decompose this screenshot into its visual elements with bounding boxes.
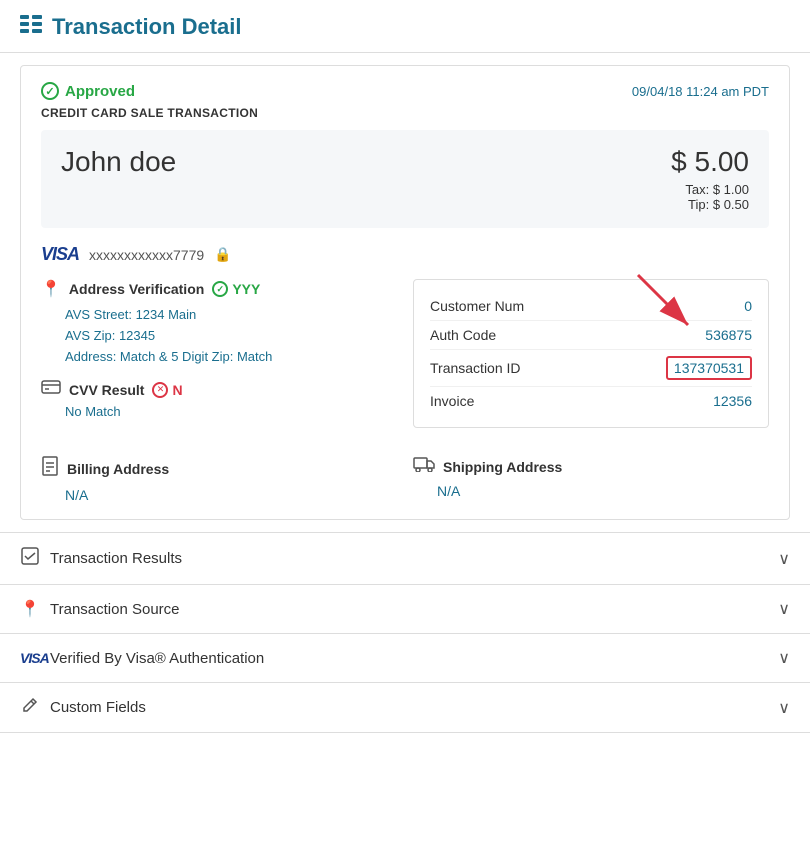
cvv-code: N	[172, 382, 182, 398]
customer-num-row: Customer Num 0	[430, 292, 752, 321]
cvv-header: CVV Result ✕ N	[41, 379, 397, 400]
approved-check-icon: ✓	[41, 82, 59, 100]
approved-label: Approved	[65, 83, 135, 100]
avs-match: Address: Match & 5 Digit Zip: Match	[65, 347, 397, 368]
address-section: Billing Address N/A Shipping Address N/A	[41, 444, 769, 503]
collapsible-sections: Transaction Results ∨ 📍 Transaction Sour…	[0, 532, 810, 733]
cvv-section: CVV Result ✕ N No Match	[41, 379, 397, 419]
verified-visa-chevron: ∨	[778, 648, 790, 668]
transaction-source-icon: 📍	[20, 599, 40, 619]
billing-label: Billing Address	[67, 461, 169, 477]
cvv-card-icon	[41, 379, 61, 400]
main-amount: $ 5.00	[671, 146, 749, 178]
shipping-truck-icon	[413, 456, 435, 477]
transaction-id-value: 137370531	[666, 356, 752, 380]
avs-details: AVS Street: 1234 Main AVS Zip: 12345 Add…	[65, 305, 397, 367]
transaction-results-icon	[20, 547, 40, 570]
transaction-results-left: Transaction Results	[20, 547, 182, 570]
verification-left: 📍 Address Verification ✓ YYY AVS Street:…	[41, 279, 397, 428]
status-row: ✓ Approved 09/04/18 11:24 am PDT	[41, 82, 769, 100]
verified-visa-logo: VISA	[20, 650, 40, 666]
transaction-id-label: Transaction ID	[430, 360, 521, 376]
verified-visa-item[interactable]: VISA Verified By Visa® Authentication ∨	[0, 633, 810, 682]
transaction-results-item[interactable]: Transaction Results ∨	[0, 532, 810, 584]
info-table: Customer Num 0 Auth Code 536875 Transact…	[413, 279, 769, 428]
avs-header: 📍 Address Verification ✓ YYY	[41, 279, 397, 299]
avs-check-icon: ✓	[212, 281, 228, 297]
auth-code-row: Auth Code 536875	[430, 321, 752, 350]
card-number: xxxxxxxxxxxx7779	[89, 247, 204, 263]
avs-zip: AVS Zip: 12345	[65, 326, 397, 347]
customer-amount-section: John doe $ 5.00 Tax: $ 1.00 Tip: $ 0.50	[41, 130, 769, 228]
cvv-match: No Match	[65, 404, 397, 419]
avs-code: YYY	[232, 281, 260, 297]
transaction-results-chevron: ∨	[778, 549, 790, 569]
transaction-source-left: 📍 Transaction Source	[20, 599, 180, 619]
auth-code-label: Auth Code	[430, 327, 496, 343]
invoice-value: 12356	[713, 393, 752, 409]
amount-section: $ 5.00 Tax: $ 1.00 Tip: $ 0.50	[671, 146, 749, 212]
avs-status: ✓ YYY	[212, 281, 260, 297]
status-approved: ✓ Approved	[41, 82, 135, 100]
verified-visa-label: Verified By Visa® Authentication	[50, 650, 264, 667]
billing-address-block: Billing Address N/A	[41, 456, 397, 503]
billing-doc-icon	[41, 456, 59, 481]
customer-num-label: Customer Num	[430, 298, 524, 314]
card-info-row: VISA xxxxxxxxxxxx7779 🔒	[41, 244, 769, 265]
transaction-type: CREDIT CARD SALE TRANSACTION	[41, 106, 769, 120]
grid-icon	[20, 15, 42, 39]
transaction-results-label: Transaction Results	[50, 550, 182, 567]
cvv-label: CVV Result	[69, 382, 144, 398]
billing-header: Billing Address	[41, 456, 397, 481]
transaction-source-item[interactable]: 📍 Transaction Source ∨	[0, 584, 810, 633]
timestamp: 09/04/18 11:24 am PDT	[632, 84, 769, 99]
transaction-source-chevron: ∨	[778, 599, 790, 619]
custom-fields-pencil-icon	[20, 697, 40, 718]
invoice-label: Invoice	[430, 393, 474, 409]
avs-section: 📍 Address Verification ✓ YYY AVS Street:…	[41, 279, 397, 367]
customer-num-value: 0	[744, 298, 752, 314]
tax-amount: Tax: $ 1.00	[671, 182, 749, 197]
shipping-value: N/A	[437, 483, 769, 499]
avs-pin-icon: 📍	[41, 279, 61, 299]
avs-label: Address Verification	[69, 281, 204, 297]
shipping-header: Shipping Address	[413, 456, 769, 477]
verified-visa-left: VISA Verified By Visa® Authentication	[20, 650, 264, 667]
main-content-card: ✓ Approved 09/04/18 11:24 am PDT CREDIT …	[20, 65, 790, 520]
lock-icon: 🔒	[214, 246, 231, 263]
cvv-status: ✕ N	[152, 382, 182, 398]
transaction-id-row: Transaction ID 137370531	[430, 350, 752, 387]
custom-fields-chevron: ∨	[778, 698, 790, 718]
custom-fields-label: Custom Fields	[50, 699, 146, 716]
amount-details: Tax: $ 1.00 Tip: $ 0.50	[671, 182, 749, 212]
customer-name: John doe	[61, 146, 176, 178]
shipping-label: Shipping Address	[443, 459, 562, 475]
visa-logo: VISA	[41, 244, 79, 265]
custom-fields-left: Custom Fields	[20, 697, 146, 718]
page-header: Transaction Detail	[0, 0, 810, 53]
custom-fields-item[interactable]: Custom Fields ∨	[0, 682, 810, 733]
invoice-row: Invoice 12356	[430, 387, 752, 415]
verification-grid: 📍 Address Verification ✓ YYY AVS Street:…	[41, 279, 769, 428]
shipping-address-block: Shipping Address N/A	[413, 456, 769, 503]
auth-code-value: 536875	[705, 327, 752, 343]
cvv-x-icon: ✕	[152, 382, 168, 398]
transaction-source-label: Transaction Source	[50, 601, 180, 618]
avs-street: AVS Street: 1234 Main	[65, 305, 397, 326]
tip-amount: Tip: $ 0.50	[671, 197, 749, 212]
page-title: Transaction Detail	[52, 14, 242, 40]
billing-value: N/A	[65, 487, 397, 503]
